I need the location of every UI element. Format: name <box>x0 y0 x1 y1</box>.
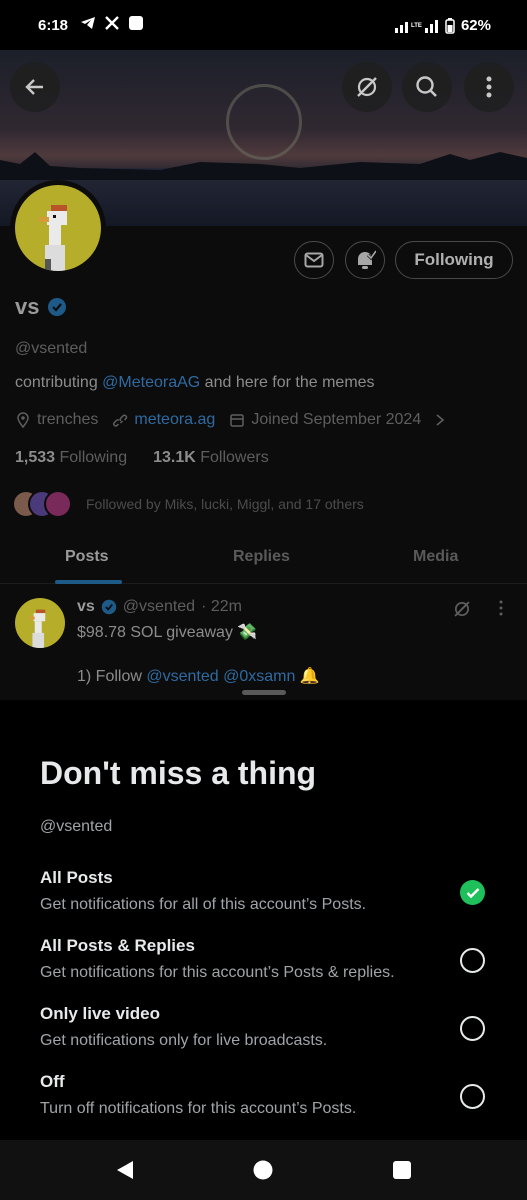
profile-display-name: vs <box>15 294 40 319</box>
post-more-icon[interactable] <box>499 600 503 616</box>
chevron-right-icon[interactable] <box>433 412 447 428</box>
sheet-handle: @vsented <box>40 818 113 835</box>
post-time: · 22m <box>201 598 242 615</box>
profile-page: Following vs @vsented contributing @Mete… <box>0 50 527 700</box>
option-description: Get notifications only for live broadcas… <box>40 1032 328 1049</box>
option-description: Get notifications for all of this accoun… <box>40 896 367 913</box>
option-description: Get notifications for this account’s Pos… <box>40 964 395 981</box>
envelope-icon <box>304 252 324 268</box>
nav-home-icon[interactable] <box>253 1160 273 1180</box>
radio-unselected-icon[interactable] <box>460 1084 485 1109</box>
radio-unselected-icon[interactable] <box>460 948 485 973</box>
grok-button[interactable] <box>342 62 392 112</box>
message-button[interactable] <box>294 241 334 279</box>
search-icon <box>416 76 437 97</box>
post-item[interactable]: vs @vsented · 22m $98.78 SOL giveaway 💸 … <box>0 595 527 700</box>
post-avatar[interactable] <box>15 598 65 648</box>
post-mention-link[interactable]: @0xsamn <box>223 668 295 685</box>
goose-avatar-art <box>28 609 46 648</box>
status-notification-icons <box>80 15 144 31</box>
option-description: Turn off notifications for this account’… <box>40 1100 357 1117</box>
more-button[interactable] <box>464 62 514 112</box>
profile-meta: trenches meteora.ag Joined September 202… <box>15 411 447 429</box>
profile-location: trenches <box>37 411 99 428</box>
link-icon <box>113 414 128 427</box>
battery-icon <box>445 17 455 34</box>
notifications-button[interactable] <box>345 241 385 279</box>
profile-handle: @vsented <box>15 340 88 357</box>
tab-replies[interactable]: Replies <box>233 548 290 566</box>
profile-joined: Joined September 2024 <box>251 411 422 428</box>
profile-stats: 1,533 Following 13.1K Followers <box>15 449 269 467</box>
search-button[interactable] <box>402 62 452 112</box>
post-mention-link[interactable]: @vsented <box>146 668 218 685</box>
option-all-posts-replies[interactable]: All Posts & Replies Get notifications fo… <box>40 936 500 992</box>
profile-bio: contributing @MeteoraAG and here for the… <box>15 374 375 391</box>
bell-check-icon <box>358 250 376 269</box>
option-title: Off <box>40 1072 65 1091</box>
profile-avatar[interactable] <box>10 180 106 276</box>
signal-icon: LTE <box>394 19 438 33</box>
more-vertical-icon <box>486 76 492 98</box>
post-text-line-2: 1) Follow @vsented @0xsamn 🔔 <box>77 668 320 685</box>
followers-stat[interactable]: 13.1K Followers <box>153 449 269 467</box>
tab-posts[interactable]: Posts <box>65 548 109 566</box>
followed-by-text: Followed by Miks, lucki, Miggl, and 17 o… <box>86 496 364 512</box>
follower-avatars <box>12 490 72 518</box>
profile-website-link[interactable]: meteora.ag <box>134 411 215 429</box>
checkmark-icon <box>466 887 479 898</box>
calendar-icon <box>230 414 245 427</box>
post-text-line-1: $98.78 SOL giveaway 💸 <box>77 624 258 641</box>
active-tab-indicator <box>55 580 122 584</box>
location-pin-icon <box>17 412 29 428</box>
post-header: vs @vsented · 22m <box>77 598 242 616</box>
following-stat[interactable]: 1,533 Following <box>15 449 127 467</box>
arrow-left-icon <box>25 79 43 95</box>
sheet-drag-handle[interactable] <box>242 690 286 695</box>
option-off[interactable]: Off Turn off notifications for this acco… <box>40 1072 500 1128</box>
status-bar: 6:18 LTE 62% <box>0 0 527 50</box>
square-app-icon <box>129 16 143 30</box>
verified-badge-icon <box>48 298 67 316</box>
following-button[interactable]: Following <box>395 241 513 279</box>
sheet-title: Don't miss a thing <box>40 755 317 791</box>
post-author-handle: @vsented <box>122 598 196 615</box>
nav-recents-icon[interactable] <box>393 1161 411 1179</box>
goose-avatar-art <box>39 205 67 271</box>
option-title: All Posts & Replies <box>40 936 195 955</box>
back-button[interactable] <box>10 62 60 112</box>
post-author-name: vs <box>77 598 95 615</box>
verified-badge-icon <box>101 599 116 615</box>
telegram-icon <box>81 17 95 29</box>
status-time: 6:18 <box>38 17 69 34</box>
battery-percent: 62% <box>460 17 491 34</box>
option-title: All Posts <box>40 868 113 887</box>
profile-name: vs <box>15 294 67 320</box>
grok-icon[interactable] <box>452 599 472 619</box>
tab-media[interactable]: Media <box>413 548 458 566</box>
x-icon <box>105 16 119 30</box>
system-nav-bar <box>0 1140 527 1200</box>
followed-by-row[interactable]: Followed by Miks, lucki, Miggl, and 17 o… <box>12 488 364 520</box>
nav-back-icon[interactable] <box>115 1160 135 1180</box>
bio-mention-link[interactable]: @MeteoraAG <box>102 374 200 391</box>
radio-selected-icon[interactable] <box>460 880 485 905</box>
option-title: Only live video <box>40 1004 160 1023</box>
avatar <box>44 490 72 518</box>
radio-unselected-icon[interactable] <box>460 1016 485 1041</box>
profile-tabs: Posts Replies Media <box>0 534 527 584</box>
svg-text:LTE: LTE <box>411 23 422 29</box>
option-all-posts[interactable]: All Posts Get notifications for all of t… <box>40 868 500 924</box>
grok-icon <box>357 77 377 97</box>
option-only-live-video[interactable]: Only live video Get notifications only f… <box>40 1004 500 1060</box>
